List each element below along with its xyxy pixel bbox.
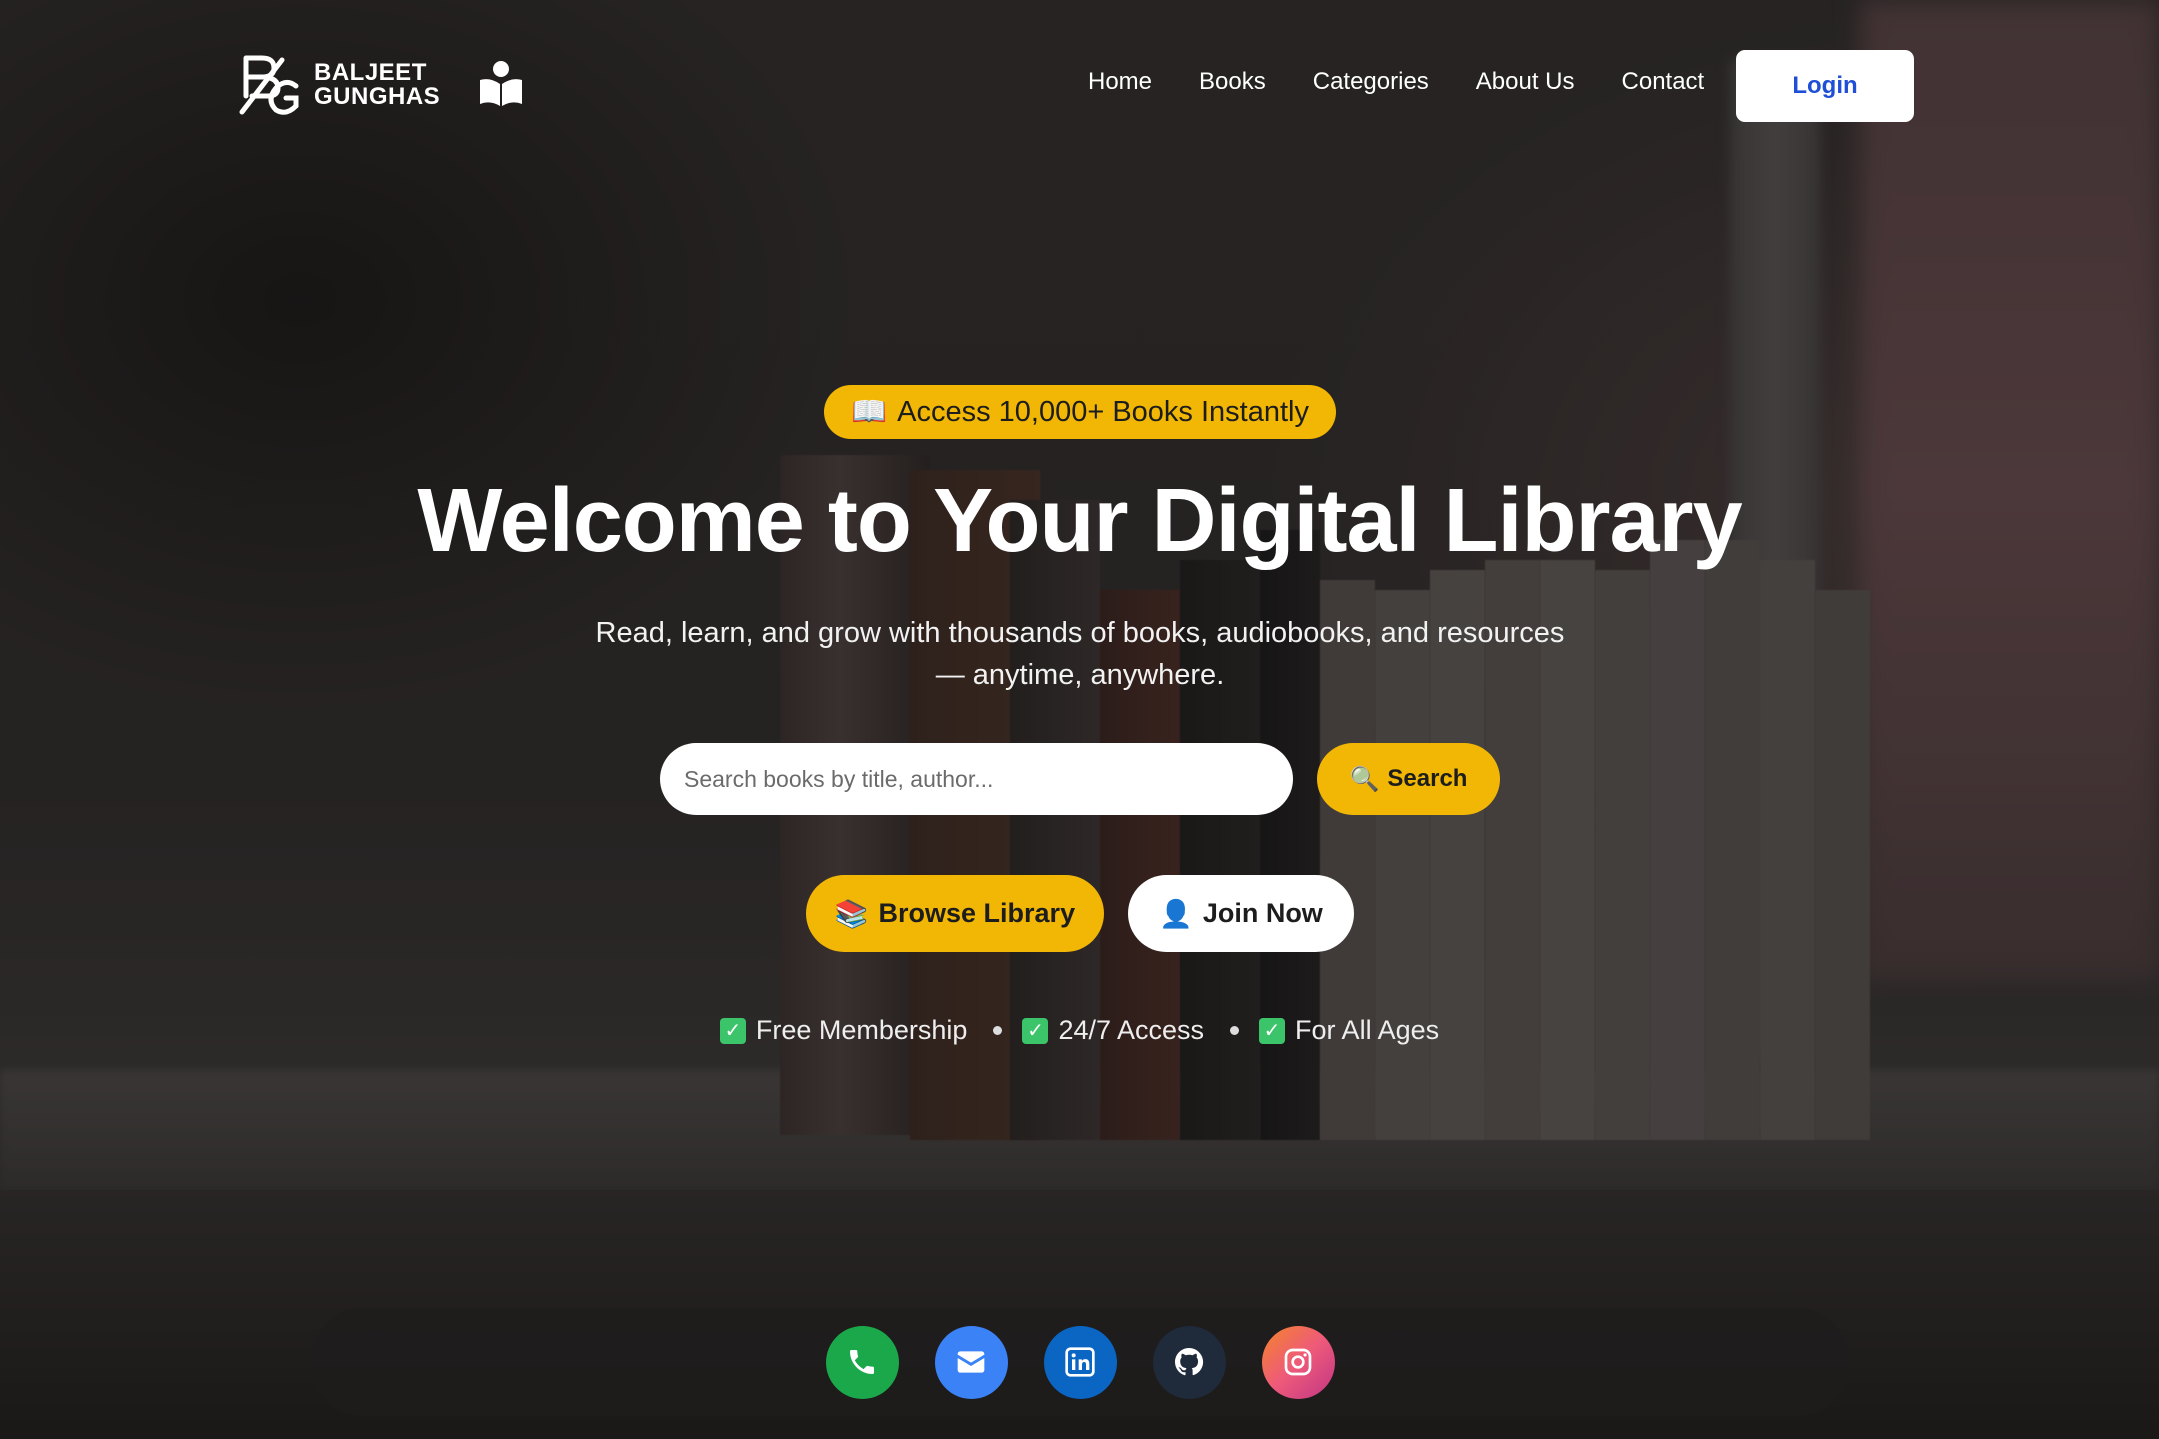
hero-background-photo [0,0,2159,1439]
feature-item: ✓ For All Ages [1259,1015,1439,1046]
login-button[interactable]: Login [1736,50,1914,122]
bullet-separator [1230,1026,1240,1035]
hero-badge: 📖 Access 10,000+ Books Instantly [824,385,1336,439]
user-icon: 👤 [1159,898,1193,929]
phone-link[interactable] [825,1325,899,1399]
feature-item: ✓ Free Membership [719,1015,968,1046]
feature-item: ✓ 24/7 Access [1022,1015,1204,1046]
hero-title: Welcome to Your Digital Library [417,471,1742,571]
browse-library-label: Browse Library [878,898,1076,928]
linkedin-link[interactable] [1043,1325,1117,1399]
linkedin-icon [1065,1347,1095,1377]
books-icon: 📚 [834,898,869,929]
hero-subtitle-line1: Read, learn, and grow with thousands of … [595,617,1565,649]
search-button-label: Search [1387,765,1468,792]
email-link[interactable] [934,1325,1008,1399]
feature-label: 24/7 Access [1058,1015,1205,1045]
join-now-button[interactable]: 👤 Join Now [1128,875,1354,952]
check-icon: ✓ [719,1017,746,1044]
search-input[interactable] [660,743,1293,815]
github-icon [1175,1348,1204,1376]
nav-home[interactable]: Home [1088,68,1152,96]
brand-name-line1: BALJEET [314,59,427,86]
email-icon [957,1351,985,1373]
feature-label: For All Ages [1295,1015,1440,1045]
hero-badge-text: Access 10,000+ Books Instantly [897,395,1309,428]
browse-library-button[interactable]: 📚 Browse Library [806,875,1104,952]
magnifier-icon: 🔍 [1349,765,1380,793]
brand-name-line2: GUNGHAS [314,83,441,110]
github-link[interactable] [1152,1325,1226,1399]
nav-contact[interactable]: Contact [1622,68,1705,96]
instagram-link[interactable] [1261,1325,1335,1399]
phone-icon [850,1350,874,1374]
check-icon: ✓ [1022,1017,1049,1044]
bullet-separator [993,1026,1003,1035]
join-now-label: Join Now [1202,898,1323,928]
feature-label: Free Membership [755,1015,968,1045]
person-reading-icon [480,61,522,106]
open-book-icon: 📖 [851,396,888,428]
social-links-bar [312,1308,1848,1416]
check-icon: ✓ [1259,1017,1286,1044]
main-nav: Home Books Categories About Us Contact [1088,68,1751,96]
nav-categories[interactable]: Categories [1313,68,1429,96]
bg-monogram-logo-icon [239,55,299,115]
nav-books[interactable]: Books [1199,68,1266,96]
hero-subtitle-line2: — anytime, anywhere. [935,659,1225,691]
hero-subtitle: Read, learn, and grow with thousands of … [590,612,1570,696]
search-button[interactable]: 🔍 Search [1317,743,1500,815]
feature-list: ✓ Free Membership ✓ 24/7 Access ✓ For Al… [0,1015,2159,1046]
nav-about-us[interactable]: About Us [1476,68,1575,96]
instagram-icon [1284,1348,1312,1376]
brand-logo[interactable]: BALJEET GUNGHAS [238,52,522,118]
brand-name: BALJEET GUNGHAS [314,61,440,109]
